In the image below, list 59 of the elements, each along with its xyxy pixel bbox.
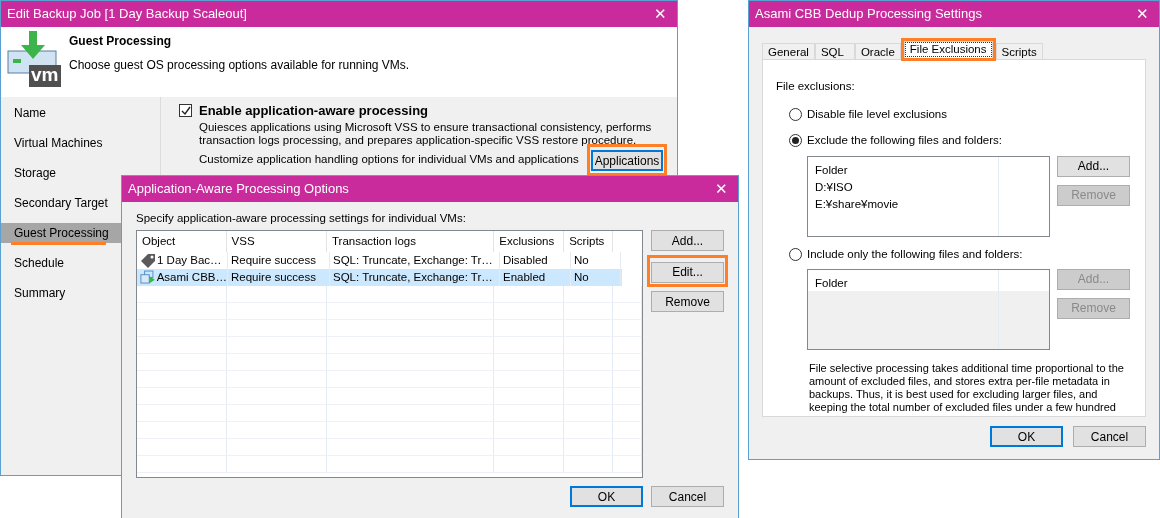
- window-title: Application-Aware Processing Options: [128, 180, 349, 199]
- table-cell: Asami CBB…: [137, 269, 228, 287]
- table-cell: Enabled: [500, 269, 571, 287]
- column-header[interactable]: Transaction logs: [327, 231, 495, 253]
- step-item[interactable]: Summary: [1, 283, 121, 303]
- radio-button[interactable]: [789, 247, 802, 261]
- tab[interactable]: General: [762, 43, 815, 59]
- column-header[interactable]: Object: [137, 231, 227, 253]
- step-item[interactable]: Name: [1, 103, 121, 123]
- dialog-button[interactable]: Add...: [1057, 155, 1130, 177]
- dialog-button[interactable]: OK: [990, 426, 1063, 447]
- column-header[interactable]: VSS: [226, 231, 327, 253]
- tab[interactable]: Oracle: [854, 43, 901, 59]
- section-label: File exclusions:: [776, 80, 855, 92]
- checkbox-label: Enable application-aware processing: [199, 102, 429, 120]
- radio-label: Exclude the following files and folders:: [807, 133, 1002, 149]
- step-item[interactable]: Virtual Machines: [1, 133, 121, 153]
- folder-item[interactable]: D:¥ISO: [815, 178, 1049, 196]
- description-text: Quiesces applications using Microsoft VSS to ensure transactional consistency, performs transaction logs processing, and prepares application-specific VSS restore procedure.: [199, 120, 653, 147]
- table-cell: SQL: Truncate, Exchange: Tr…: [330, 269, 500, 287]
- tab[interactable]: File Exclusions: [903, 41, 993, 58]
- window-title: Edit Backup Job [1 Day Backup Scaleout]: [7, 5, 247, 24]
- customize-text: Customize application handling options for individual VMs and applications: [199, 151, 579, 167]
- column-header[interactable]: Folder: [815, 163, 848, 176]
- intro-text: Specify application-aware processing settings for individual VMs:: [136, 211, 467, 226]
- tab[interactable]: Scripts: [995, 43, 1043, 59]
- header-subtitle: Choose guest OS processing options available for running VMs.: [69, 57, 410, 74]
- column-header[interactable]: Exclusions: [494, 231, 565, 253]
- dialog-button[interactable]: Cancel: [1073, 426, 1146, 447]
- tab[interactable]: SQL: [814, 43, 855, 59]
- close-button[interactable]: ✕: [1136, 2, 1149, 26]
- radio-label: Disable file level exclusions: [807, 107, 947, 122]
- note-text: File selective processing takes additional time proportional to the amount of excluded files, and stores extra per-file metadata in backups. Thus, it is best used for excluding larger files, and keeping the total number of excluded files under a few hundred: [809, 361, 1125, 414]
- dialog-button[interactable]: Applications: [591, 149, 663, 171]
- vm-group-icon: [140, 270, 156, 286]
- dialog-button[interactable]: Remove: [651, 291, 724, 313]
- dialog-button[interactable]: Add...: [651, 230, 724, 252]
- table-cell: No: [571, 269, 621, 287]
- radio-button[interactable]: [789, 134, 802, 148]
- table-cell: Require success: [228, 269, 330, 287]
- step-item[interactable]: Storage: [1, 163, 121, 183]
- dialog-button[interactable]: Edit...: [651, 261, 724, 283]
- dialog-button[interactable]: OK: [570, 486, 643, 508]
- step-item[interactable]: Schedule: [1, 253, 121, 273]
- radio-button[interactable]: [789, 108, 802, 122]
- dialog-button[interactable]: Cancel: [651, 486, 724, 508]
- header-title: Guest Processing: [69, 33, 173, 50]
- folder-item[interactable]: E:¥share¥movie: [815, 195, 1049, 213]
- step-item[interactable]: Secondary Target: [1, 193, 121, 213]
- radio-label: Include only the following files and folders:: [807, 246, 1023, 262]
- check-icon: [180, 105, 191, 116]
- table-row[interactable]: Asami CBB… Require success SQL: Truncate, Exchange: Tr… Enabled No: [137, 269, 622, 287]
- close-button[interactable]: ✕: [715, 177, 728, 201]
- step-item[interactable]: Guest Processing: [1, 223, 121, 243]
- checkbox[interactable]: [179, 104, 192, 118]
- close-button[interactable]: ✕: [654, 2, 667, 26]
- window-title: Asami CBB Dedup Processing Settings: [755, 5, 982, 24]
- tag-icon: [140, 253, 156, 269]
- column-header[interactable]: Scripts: [564, 231, 614, 253]
